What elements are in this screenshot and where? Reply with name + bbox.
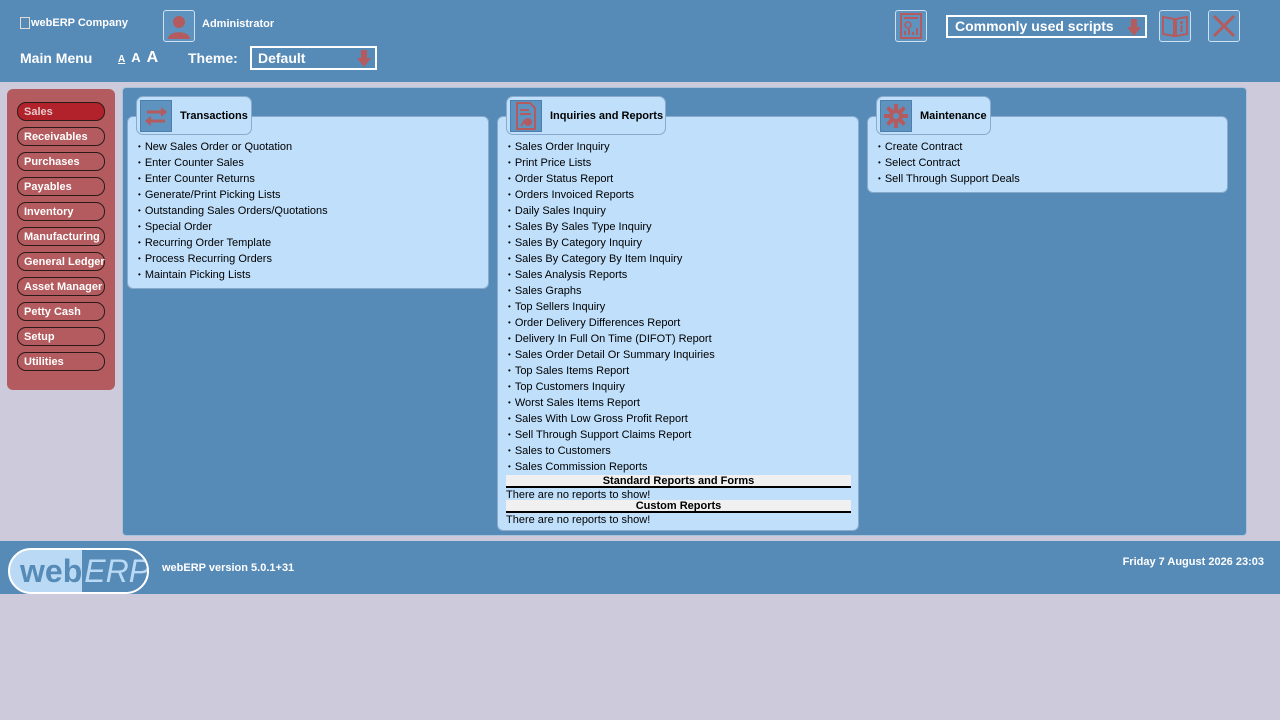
theme-label: Theme: [188, 50, 238, 66]
inquiries-header: Inquiries and Reports [506, 96, 666, 135]
sidebar-item-receivables[interactable]: Receivables [17, 127, 105, 146]
module-sidebar: Sales Receivables Purchases Payables Inv… [7, 89, 115, 390]
user-settings-button[interactable] [163, 10, 195, 42]
sidebar-item-purchases[interactable]: Purchases [17, 152, 105, 171]
inquiries-link[interactable]: Sales Commission Reports [508, 459, 715, 475]
inquiries-link[interactable]: Sales Order Inquiry [508, 139, 715, 155]
inquiries-link[interactable]: Sales By Category By Item Inquiry [508, 251, 715, 267]
inquiries-link[interactable]: Orders Invoiced Reports [508, 187, 715, 203]
maintenance-icon-box [880, 99, 912, 132]
font-size-medium[interactable]: A [131, 50, 140, 65]
inquiries-link[interactable]: Daily Sales Inquiry [508, 203, 715, 219]
sidebar-item-general-ledger[interactable]: General Ledger [17, 252, 105, 271]
broken-image-icon [20, 17, 30, 29]
transactions-link[interactable]: Maintain Picking Lists [138, 267, 328, 283]
company-logo-link[interactable]: webERP Company [20, 17, 128, 29]
inquiries-link[interactable]: Sell Through Support Claims Report [508, 427, 715, 443]
chevron-down-icon [1127, 19, 1141, 36]
inquiries-link[interactable]: Sales Graphs [508, 283, 715, 299]
gear-icon [884, 103, 908, 128]
font-size-selector: A A A [118, 49, 158, 67]
sidebar-item-sales[interactable]: Sales [17, 102, 105, 121]
dashboard-button[interactable] [895, 10, 927, 42]
transactions-link[interactable]: Special Order [138, 219, 328, 235]
transactions-link[interactable]: Enter Counter Sales [138, 155, 328, 171]
transactions-link[interactable]: Recurring Order Template [138, 235, 328, 251]
date-time-text: Friday 7 August 2026 23:03 [1122, 556, 1264, 568]
inquiries-icon-box [510, 99, 542, 132]
sidebar-item-manufacturing[interactable]: Manufacturing [17, 227, 105, 246]
close-icon [1212, 14, 1236, 38]
inquiries-link[interactable]: Sales to Customers [508, 443, 715, 459]
inquiries-link[interactable]: Sales Order Detail Or Summary Inquiries [508, 347, 715, 363]
inquiries-link[interactable]: Sales By Category Inquiry [508, 235, 715, 251]
inquiries-link[interactable]: Order Delivery Differences Report [508, 315, 715, 331]
theme-select[interactable]: Default [250, 46, 377, 70]
transactions-panel: New Sales Order or QuotationEnter Counte… [127, 116, 489, 289]
manual-book-icon [1162, 15, 1188, 37]
dashboard-icon [900, 13, 922, 39]
inquiries-link[interactable]: Top Sellers Inquiry [508, 299, 715, 315]
font-size-small[interactable]: A [118, 54, 125, 65]
user-name[interactable]: Administrator [202, 18, 274, 30]
user-icon [168, 16, 190, 39]
inquiries-link[interactable]: Sales Analysis Reports [508, 267, 715, 283]
standard-reports-heading: Standard Reports and Forms [506, 475, 851, 488]
sidebar-item-payables[interactable]: Payables [17, 177, 105, 196]
maintenance-link[interactable]: Select Contract [878, 155, 1020, 171]
transactions-link[interactable]: Enter Counter Returns [138, 171, 328, 187]
main-menu-link[interactable]: Main Menu [20, 50, 92, 66]
report-document-icon [516, 101, 536, 130]
footer-bar: web ERP webERP version 5.0.1+31 Friday 7… [0, 541, 1280, 594]
maintenance-link[interactable]: Sell Through Support Deals [878, 171, 1020, 187]
logo-text-erp: ERP [82, 550, 147, 592]
inquiries-link[interactable]: Print Price Lists [508, 155, 715, 171]
inquiries-panel: Sales Order InquiryPrint Price ListsOrde… [497, 116, 859, 531]
theme-value: Default [258, 50, 306, 66]
common-scripts-value: Commonly used scripts [955, 18, 1114, 34]
custom-reports-empty: There are no reports to show! [506, 514, 651, 526]
transactions-icon-box [140, 99, 172, 132]
transactions-link-list: New Sales Order or QuotationEnter Counte… [138, 139, 328, 283]
maintenance-link[interactable]: Create Contract [878, 139, 1020, 155]
inquiries-link[interactable]: Worst Sales Items Report [508, 395, 715, 411]
inquiries-link[interactable]: Sales By Sales Type Inquiry [508, 219, 715, 235]
inquiries-link[interactable]: Top Customers Inquiry [508, 379, 715, 395]
transactions-header: Transactions [136, 96, 252, 135]
maintenance-link-list: Create ContractSelect ContractSell Throu… [878, 139, 1020, 187]
weberp-logo[interactable]: web ERP [8, 548, 149, 594]
inquiries-title: Inquiries and Reports [550, 109, 664, 122]
font-size-large[interactable]: A [147, 49, 159, 67]
maintenance-header: Maintenance [876, 96, 991, 135]
transactions-title: Transactions [180, 109, 248, 122]
sidebar-item-inventory[interactable]: Inventory [17, 202, 105, 221]
logout-button[interactable] [1208, 10, 1240, 42]
main-content: New Sales Order or QuotationEnter Counte… [122, 87, 1247, 536]
inquiries-link[interactable]: Order Status Report [508, 171, 715, 187]
transactions-link[interactable]: Generate/Print Picking Lists [138, 187, 328, 203]
maintenance-title: Maintenance [920, 109, 987, 122]
inquiries-link[interactable]: Top Sales Items Report [508, 363, 715, 379]
header-bar: webERP Company Administrator Main Menu A… [0, 0, 1280, 82]
logo-text-web: web [20, 552, 83, 589]
transactions-link[interactable]: Process Recurring Orders [138, 251, 328, 267]
transfer-arrows-icon [145, 106, 167, 126]
transactions-link[interactable]: New Sales Order or Quotation [138, 139, 328, 155]
version-text: webERP version 5.0.1+31 [162, 562, 295, 574]
manual-button[interactable] [1159, 10, 1191, 42]
custom-reports-heading: Custom Reports [506, 500, 851, 513]
chevron-down-icon [357, 50, 371, 67]
company-name: webERP Company [31, 17, 128, 29]
sidebar-item-setup[interactable]: Setup [17, 327, 105, 346]
inquiries-link[interactable]: Sales With Low Gross Profit Report [508, 411, 715, 427]
transactions-link[interactable]: Outstanding Sales Orders/Quotations [138, 203, 328, 219]
sidebar-item-utilities[interactable]: Utilities [17, 352, 105, 371]
common-scripts-select[interactable]: Commonly used scripts [946, 15, 1147, 38]
sidebar-item-asset-manager[interactable]: Asset Manager [17, 277, 105, 296]
inquiries-link-list: Sales Order InquiryPrint Price ListsOrde… [508, 139, 715, 475]
sidebar-item-petty-cash[interactable]: Petty Cash [17, 302, 105, 321]
inquiries-link[interactable]: Delivery In Full On Time (DIFOT) Report [508, 331, 715, 347]
